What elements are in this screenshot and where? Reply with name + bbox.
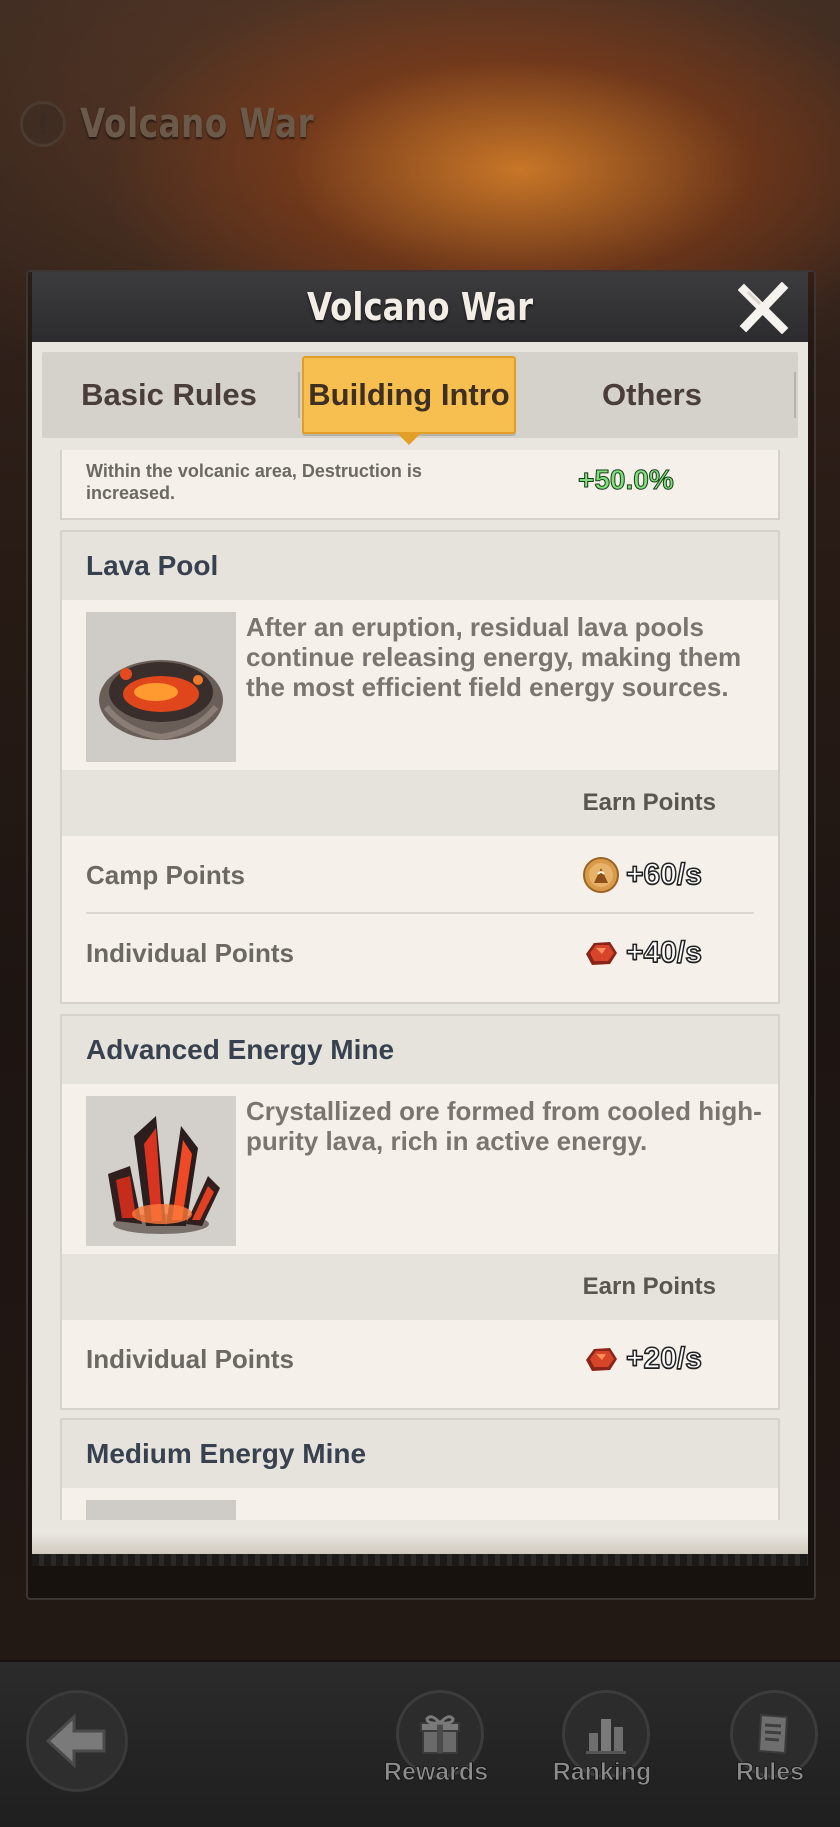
points-label: Individual Points [86, 1343, 295, 1374]
destruction-bonus-card: Within the volcanic area, Destruction is… [60, 450, 780, 520]
lava-pool-image [86, 612, 236, 762]
back-arrow-icon [45, 1713, 106, 1769]
camp-coin-icon [583, 857, 619, 893]
building-list[interactable]: Within the volcanic area, Destruction is… [60, 450, 780, 1520]
points-value-group: +60/s [582, 856, 703, 894]
earn-points-header: Earn Points [62, 770, 778, 836]
points-value: +60/s [625, 857, 702, 892]
rewards-button[interactable]: Rewards [383, 1690, 489, 1800]
tab-divider [298, 372, 300, 418]
tab-building-intro-label: Building Intro [308, 377, 510, 412]
rules-button[interactable]: Rules [720, 1690, 820, 1800]
tab-building-intro[interactable]: Building Intro [302, 356, 516, 445]
rules-document-icon [757, 1713, 789, 1755]
building-name: Advanced Energy Mine [62, 1016, 778, 1084]
points-row-camp: Camp Points +60/s [62, 836, 778, 914]
background-title: ! Volcano War [20, 98, 365, 150]
ore-icon [586, 1348, 617, 1371]
tab-bar: Basic Rules Building Intro Others [42, 352, 798, 445]
points-label: Individual Points [86, 937, 295, 968]
back-button[interactable] [26, 1690, 128, 1792]
building-name: Medium Energy Mine [62, 1420, 778, 1488]
ranking-button[interactable]: Ranking [552, 1690, 652, 1800]
paper-edge [32, 1554, 808, 1566]
points-value: +20/s [625, 1341, 702, 1376]
points-value-group: +20/s [582, 1340, 703, 1378]
medium-energy-mine-image [86, 1500, 236, 1520]
destruction-bonus-value: +50.0% [578, 464, 675, 496]
tab-basic-rules[interactable]: Basic Rules [42, 352, 296, 438]
building-description: After an eruption, residual lava pools c… [246, 612, 742, 702]
points-row-individual: Individual Points +20/s [62, 1320, 778, 1398]
close-button[interactable] [737, 281, 790, 335]
tab-others[interactable]: Others [522, 352, 782, 438]
rules-label: Rules [735, 1758, 805, 1787]
building-card-medium-energy-mine: Medium Energy Mine [60, 1418, 780, 1520]
points-label: Camp Points [86, 859, 245, 890]
building-card-advanced-energy-mine: Advanced Energy Mine Crystallized ore fo… [60, 1014, 780, 1410]
points-value: +40/s [625, 935, 702, 970]
bar-chart-icon [586, 1719, 626, 1754]
points-value-group: +40/s [582, 934, 703, 972]
dialog-title: Volcano War [306, 285, 534, 329]
points-row-individual: Individual Points +40/s [62, 914, 778, 992]
rewards-label: Rewards [383, 1758, 489, 1787]
building-card-lava-pool: Lava Pool After an eruption, residual la… [60, 530, 780, 1004]
building-intro-dialog: Volcano War Basic Rules Building Intro O… [32, 272, 808, 1566]
earn-points-header: Earn Points [62, 1254, 778, 1320]
gift-icon [420, 1715, 460, 1754]
dialog-header: Volcano War [32, 272, 808, 344]
building-description-block [62, 1488, 778, 1520]
bottom-nav-bar: Rewards Ranking Rules [0, 1662, 840, 1827]
building-description-block: After an eruption, residual lava pools c… [62, 600, 778, 770]
tab-active-pointer [397, 433, 421, 445]
paper-torn-bottom [32, 1534, 808, 1556]
destruction-bonus-text: Within the volcanic area, Destruction is… [86, 461, 422, 503]
building-description-block: Crystallized ore formed from cooled high… [62, 1084, 778, 1254]
building-name: Lava Pool [62, 532, 778, 600]
ranking-label: Ranking [552, 1758, 652, 1787]
dialog-body: Basic Rules Building Intro Others Within… [32, 342, 808, 1566]
ore-icon [586, 942, 617, 965]
close-icon [737, 281, 789, 335]
background-title-text: Volcano War [80, 101, 315, 147]
advanced-energy-mine-image [86, 1096, 236, 1246]
info-icon[interactable]: ! [20, 101, 66, 147]
building-description: Crystallized ore formed from cooled high… [246, 1096, 762, 1156]
tab-divider [794, 372, 796, 418]
